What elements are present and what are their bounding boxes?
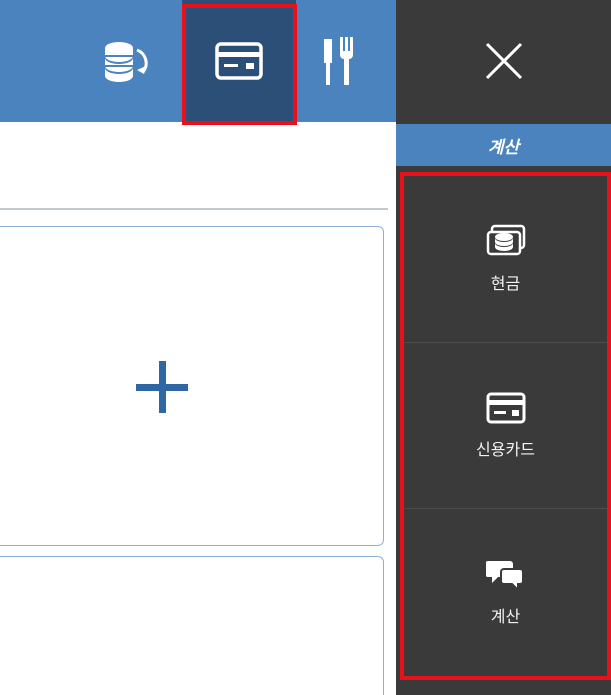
content-divider	[0, 208, 388, 210]
payment-side-panel: 계산 현금 신용카드 계산	[396, 0, 611, 695]
plus-icon[interactable]	[136, 361, 188, 413]
menu-button[interactable]	[314, 0, 366, 122]
coins-exchange-button[interactable]	[92, 0, 162, 122]
add-item-panel[interactable]	[0, 226, 384, 546]
utensils-icon	[324, 37, 353, 85]
cash-button[interactable]: 현금	[404, 176, 607, 342]
chat-bubbles-icon	[485, 560, 524, 591]
coins-exchange-icon	[105, 42, 148, 82]
close-icon	[485, 42, 522, 80]
credit-card-icon	[486, 392, 525, 423]
checkout-label: 계산	[490, 606, 521, 626]
credit-card-label: 신용카드	[476, 439, 535, 459]
payment-methods-group: 현금 신용카드 계산	[400, 172, 611, 680]
credit-card-tab[interactable]	[182, 0, 296, 122]
cash-icon	[486, 224, 525, 256]
credit-card-icon	[215, 42, 263, 80]
close-button[interactable]	[396, 0, 611, 122]
cash-label: 현금	[490, 274, 521, 293]
pos-screen: 계산 현금 신용카드 계산	[0, 0, 611, 695]
panel-title: 계산	[396, 124, 611, 166]
checkout-button[interactable]: 계산	[404, 508, 607, 674]
credit-card-button[interactable]: 신용카드	[404, 342, 607, 508]
item-panel[interactable]	[0, 556, 384, 695]
